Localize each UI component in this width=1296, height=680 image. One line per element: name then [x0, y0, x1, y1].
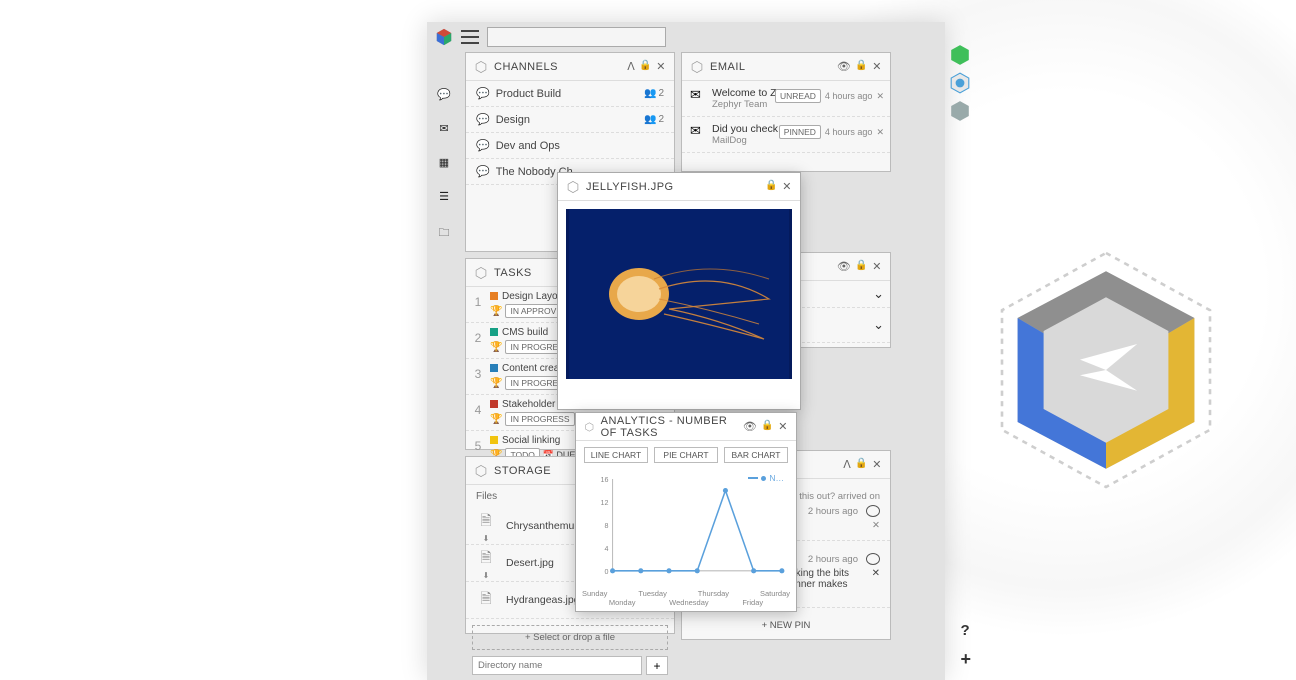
- email-title: EMAIL: [710, 61, 746, 73]
- close-icon[interactable]: ✕: [778, 420, 788, 433]
- svg-text:12: 12: [601, 499, 609, 507]
- chart-legend: N…: [748, 473, 784, 483]
- new-pin-button[interactable]: + NEW PIN: [682, 614, 890, 637]
- analytics-modal: ANALYTICS - NUMBER OF TASKS 👁 🔒 ✕ LINE CHA…: [575, 412, 797, 612]
- chevron-down-icon[interactable]: ⌄: [873, 317, 884, 333]
- email-item[interactable]: ✉ Did you check t… MailDog PINNED4 hours…: [682, 117, 890, 153]
- download-icon[interactable]: ⬇: [483, 534, 490, 543]
- dismiss-icon[interactable]: ✕: [872, 568, 880, 601]
- comment-bubble-icon[interactable]: [866, 505, 880, 517]
- lock-icon[interactable]: 🔒: [855, 458, 868, 471]
- jellyfish-image: [566, 209, 792, 379]
- envelope-icon: ✉: [690, 123, 708, 139]
- image-preview-modal: JELLYFISH.JPG 🔒 ✕: [557, 172, 801, 410]
- rail-folder-icon[interactable]: 🗀: [437, 224, 451, 238]
- panel-hex-icon: [690, 60, 704, 74]
- tab-bar-chart[interactable]: BAR CHART: [724, 447, 788, 463]
- lock-icon[interactable]: 🔒: [761, 420, 774, 433]
- chevron-down-icon[interactable]: ⌄: [873, 286, 884, 302]
- app-logo-icon: [435, 28, 453, 46]
- channels-title: CHANNELS: [494, 61, 558, 73]
- close-icon[interactable]: ✕: [872, 458, 882, 471]
- email-item[interactable]: ✉ Welcome to Ze… Zephyr Team UNREAD4 hou…: [682, 81, 890, 117]
- download-icon[interactable]: ⬇: [483, 571, 490, 580]
- rail-grid-icon[interactable]: ▦: [437, 156, 451, 170]
- tab-pie-chart[interactable]: PIE CHART: [654, 447, 718, 463]
- close-icon[interactable]: ✕: [872, 60, 882, 73]
- status-badge: PINNED: [779, 125, 821, 139]
- users-icon: 👥: [644, 88, 656, 99]
- channel-item[interactable]: 💬Design👥2: [466, 107, 674, 133]
- analytics-title: ANALYTICS - NUMBER OF TASKS: [601, 415, 743, 439]
- directory-name-input[interactable]: [472, 656, 642, 675]
- modal-title: JELLYFISH.JPG: [586, 181, 674, 193]
- envelope-icon: ✉: [690, 87, 708, 103]
- status-hex-blue[interactable]: [949, 72, 971, 94]
- users-icon: 👥: [644, 114, 656, 125]
- menu-icon[interactable]: [461, 30, 479, 44]
- panel-hex-icon: [474, 464, 488, 478]
- lock-icon[interactable]: 🔒: [855, 60, 868, 73]
- file-icon: 🗎: [480, 588, 491, 612]
- svg-text:4: 4: [605, 545, 609, 553]
- svg-text:16: 16: [601, 476, 609, 484]
- collapse-icon[interactable]: ᐱ: [627, 60, 635, 73]
- svg-text:0: 0: [605, 568, 609, 576]
- svg-text:8: 8: [605, 522, 609, 530]
- left-rail: 💬 ✉ ▦ ☰ 🗀: [427, 52, 461, 680]
- add-icon[interactable]: +: [960, 649, 971, 670]
- eye-icon[interactable]: 👁: [837, 260, 851, 273]
- drop-zone[interactable]: + Select or drop a file: [472, 625, 668, 650]
- rail-chat-icon[interactable]: 💬: [437, 88, 451, 102]
- add-directory-button[interactable]: +: [646, 656, 668, 675]
- close-icon[interactable]: ✕: [656, 60, 666, 73]
- panel-hex-icon: [474, 266, 488, 280]
- dismiss-icon[interactable]: ✕: [876, 127, 884, 138]
- tab-line-chart[interactable]: LINE CHART: [584, 447, 648, 463]
- tasks-title: TASKS: [494, 267, 532, 279]
- close-icon[interactable]: ✕: [782, 180, 792, 193]
- panel-hex-icon: [474, 60, 488, 74]
- help-icon[interactable]: ?: [960, 622, 971, 639]
- lock-icon[interactable]: 🔒: [855, 260, 868, 273]
- storage-title: STORAGE: [494, 465, 551, 477]
- panel-hex-icon: [566, 180, 580, 194]
- dismiss-icon[interactable]: ✕: [876, 91, 884, 102]
- search-input[interactable]: [487, 27, 666, 47]
- background-hex-logo: [976, 240, 1236, 500]
- rail-mail-icon[interactable]: ✉: [437, 122, 451, 136]
- email-panel: EMAIL 👁 🔒 ✕ ✉ Welcome to Ze… Zephyr Team U…: [681, 52, 891, 172]
- file-icon: 🗎: [480, 510, 491, 534]
- status-hex-grey[interactable]: [949, 100, 971, 122]
- dismiss-icon[interactable]: ✕: [872, 520, 880, 531]
- status-hex-green[interactable]: [949, 44, 971, 66]
- eye-icon[interactable]: 👁: [837, 60, 851, 73]
- eye-icon[interactable]: 👁: [743, 420, 757, 433]
- collapse-icon[interactable]: ᐱ: [843, 458, 851, 471]
- channel-item[interactable]: 💬Product Build👥2: [466, 81, 674, 107]
- channel-item[interactable]: 💬Dev and Ops: [466, 133, 674, 159]
- lock-icon[interactable]: 🔒: [765, 180, 778, 193]
- close-icon[interactable]: ✕: [872, 260, 882, 273]
- rail-list-icon[interactable]: ☰: [437, 190, 451, 204]
- chart-plot: N… 0 4 8 12 16: [584, 469, 788, 589]
- panel-hex-icon: [584, 420, 595, 434]
- status-badge: UNREAD: [775, 89, 821, 103]
- lock-icon[interactable]: 🔒: [639, 60, 652, 73]
- comment-bubble-icon[interactable]: [866, 553, 880, 565]
- file-icon: 🗎: [480, 547, 491, 571]
- topbar: [427, 22, 945, 52]
